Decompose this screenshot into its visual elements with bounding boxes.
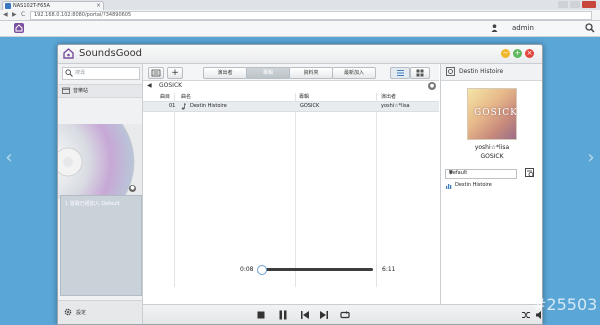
tab-favicon-icon <box>5 3 11 9</box>
now-playing-artist: yoshi☆*lisa <box>474 144 510 151</box>
browse-toolbar: + 演出者 專輯 資料夾 最新加入 <box>143 64 439 81</box>
url-text: 192.168.0.102:8080/portal/?34890605 <box>34 12 132 18</box>
now-playing-title: Destin Histoire <box>459 68 504 75</box>
column-divider <box>174 93 175 287</box>
soundsgood-logo-icon <box>63 48 74 59</box>
music-station-icon <box>62 87 70 94</box>
tab-recently-added[interactable]: 最新加入 <box>332 67 376 79</box>
address-bar[interactable]: 192.168.0.102:8080/portal/?34890605 <box>30 11 592 20</box>
now-playing-panel: Destin Histoire GOSICK yoshi☆*lisa GOSIC… <box>440 64 542 304</box>
breadcrumb-options-icon[interactable]: ● <box>428 82 436 90</box>
desktop-prev-arrow-icon[interactable]: ‹ <box>2 145 16 171</box>
app-title: SoundsGood <box>79 48 143 59</box>
add-button[interactable]: + <box>167 67 183 79</box>
reload-icon[interactable]: C <box>21 11 25 18</box>
queue-message: 1 首歌已經加入 Default <box>65 201 120 207</box>
repeat-icon[interactable] <box>340 310 350 320</box>
browser-tab-bar: NAS102T-F65A × <box>0 0 600 11</box>
minimize-button[interactable]: − <box>501 49 510 58</box>
close-button[interactable]: × <box>525 49 534 58</box>
column-divider <box>376 93 377 287</box>
elapsed-time: 0:08 <box>240 266 254 273</box>
track-number: 01 <box>169 103 176 109</box>
settings-button[interactable]: 設定 <box>58 300 142 324</box>
tab-title: NAS102T-F65A <box>13 3 50 9</box>
next-icon[interactable] <box>319 310 329 320</box>
seek-handle[interactable] <box>257 265 267 275</box>
breadcrumb: ◀ GOSICK ● <box>143 81 439 92</box>
list-icon <box>151 69 161 77</box>
browser-close-button[interactable] <box>582 1 596 8</box>
left-sidebar: 搜尋 音樂站 ● 1 首歌已經加入 Default 設定 <box>58 64 143 324</box>
column-header-artist[interactable]: 演出者 <box>381 93 396 100</box>
list-view-button[interactable] <box>390 67 410 79</box>
total-duration: 6:11 <box>382 266 396 273</box>
queue-list-button[interactable] <box>148 67 164 79</box>
column-divider <box>295 93 296 287</box>
search-icon <box>65 69 73 77</box>
chevron-down-icon: ▼ <box>449 170 453 176</box>
nas-top-bar <box>0 21 600 37</box>
playlist-edit-icon[interactable] <box>525 168 535 178</box>
user-icon[interactable] <box>491 24 498 32</box>
soundsgood-window: SoundsGood − + × 搜尋 音樂站 ● 1 首歌已經加入 Defau… <box>57 44 543 325</box>
player-bar <box>143 304 542 324</box>
grid-view-button[interactable] <box>410 67 430 79</box>
window-title-bar: SoundsGood − + × <box>58 45 542 64</box>
watermark: #25503 <box>533 295 598 314</box>
stop-icon[interactable] <box>256 310 266 320</box>
now-playing-album: GOSICK <box>480 153 504 160</box>
music-station-label: 音樂站 <box>73 88 89 94</box>
maximize-button[interactable]: + <box>513 49 522 58</box>
list-view-icon <box>396 69 404 77</box>
album-cover-text: GOSICK <box>474 108 517 118</box>
browser-window-controls <box>558 0 598 9</box>
album-cover: GOSICK <box>467 88 517 140</box>
browser-minimize-button[interactable] <box>558 1 568 8</box>
sidebar-item-music-station[interactable]: 音樂站 <box>58 84 142 98</box>
username-label[interactable]: admin <box>512 24 534 32</box>
back-arrow-icon[interactable]: ◀ <box>147 82 152 89</box>
previous-icon[interactable] <box>300 310 310 320</box>
tab-folders[interactable]: 資料夾 <box>289 67 333 79</box>
column-header-track[interactable]: 曲目 <box>160 93 170 100</box>
tab-artists[interactable]: 演出者 <box>203 67 247 79</box>
playlist-select[interactable]: Default ▼ <box>445 169 517 179</box>
seek-bar[interactable] <box>259 268 373 271</box>
shuffle-icon[interactable] <box>521 310 531 320</box>
settings-label: 設定 <box>76 310 87 316</box>
tab-close-icon[interactable]: × <box>96 2 101 9</box>
track-table-header: 曲目 曲名 專輯 演出者 <box>143 93 439 102</box>
forward-icon[interactable]: ▶ <box>12 11 17 18</box>
now-playing-header: Destin Histoire <box>441 64 542 81</box>
breadcrumb-album: GOSICK <box>159 82 183 89</box>
tab-albums[interactable]: 專輯 <box>246 67 290 79</box>
equalizer-icon <box>446 184 452 189</box>
queue-notification-panel: 1 首歌已經加入 Default <box>60 195 142 296</box>
queue-collapse-icon[interactable]: ● <box>129 185 136 192</box>
search-placeholder: 搜尋 <box>75 70 86 76</box>
desktop-next-arrow-icon[interactable]: › <box>584 145 598 171</box>
track-album: GOSICK <box>300 103 320 109</box>
back-icon[interactable]: ◀ <box>3 11 8 18</box>
playlist-item[interactable]: Destin Histoire <box>445 182 539 190</box>
search-icon[interactable] <box>585 23 595 33</box>
column-header-title[interactable]: 曲名 <box>181 93 191 100</box>
browser-maximize-button[interactable] <box>570 1 580 8</box>
track-title: Destin Histoire <box>190 103 227 109</box>
home-icon[interactable] <box>14 23 24 33</box>
table-row[interactable]: 01 Destin Histoire GOSICK yoshi☆*lisa <box>143 102 439 112</box>
album-icon <box>446 67 455 76</box>
music-note-icon <box>181 103 186 110</box>
gear-icon <box>64 308 72 316</box>
column-header-album[interactable]: 專輯 <box>299 93 309 100</box>
search-input[interactable]: 搜尋 <box>62 67 140 80</box>
pause-icon[interactable] <box>278 310 288 320</box>
playlist-item-title: Destin Histoire <box>455 182 492 188</box>
grid-view-icon <box>416 69 424 77</box>
track-artist: yoshi☆*lisa <box>381 103 410 109</box>
